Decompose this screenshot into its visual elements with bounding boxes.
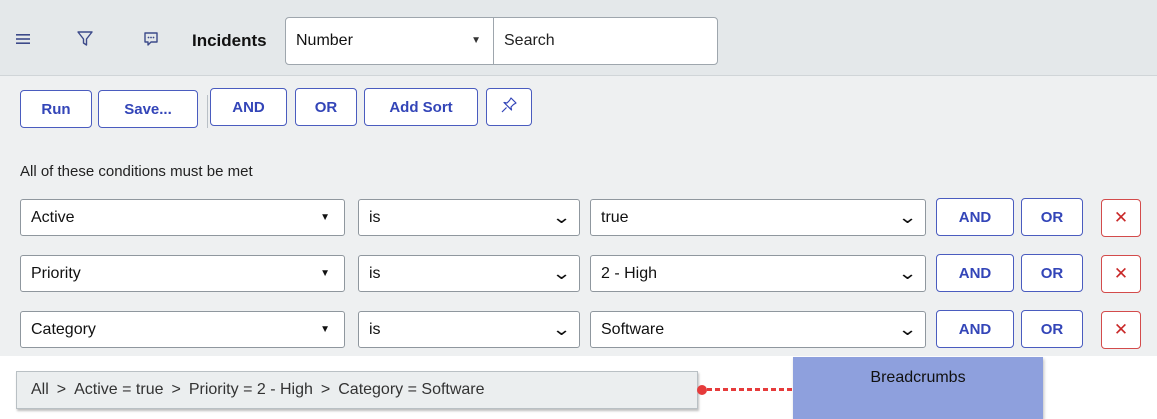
breadcrumb: All > Active = true > Priority = 2 - Hig… <box>16 371 698 409</box>
row-and-button[interactable]: AND <box>936 254 1014 292</box>
condition-operator-value: is <box>369 264 381 282</box>
breadcrumb-separator: > <box>320 381 331 398</box>
condition-operator-select[interactable]: is ⌄ <box>358 199 580 236</box>
callout-pointer <box>697 385 797 395</box>
breadcrumb-item-all[interactable]: All <box>31 381 49 399</box>
caret-down-icon: ▼ <box>320 268 330 279</box>
row-or-button[interactable]: OR <box>1021 310 1083 348</box>
chevron-down-icon: ⌄ <box>551 207 572 227</box>
chevron-down-icon: ▼ <box>471 35 481 46</box>
row-or-button[interactable]: OR <box>1021 254 1083 292</box>
condition-operator-value: is <box>369 320 381 338</box>
breadcrumbs-callout: Breadcrumbs <box>793 357 1043 419</box>
condition-operator-select[interactable]: is ⌄ <box>358 311 580 348</box>
search-input[interactable] <box>493 17 718 65</box>
caret-down-icon: ▼ <box>320 212 330 223</box>
save-button[interactable]: Save... <box>98 90 198 128</box>
toolbar-divider <box>207 95 208 128</box>
search-field-value: Number <box>296 32 353 49</box>
breadcrumb-separator: > <box>56 381 67 398</box>
chevron-down-icon: ⌄ <box>897 263 918 283</box>
chevron-down-icon: ⌄ <box>897 319 918 339</box>
chevron-down-icon: ⌄ <box>551 263 572 283</box>
condition-field-value: Active <box>31 208 75 226</box>
pointer-line <box>707 388 797 391</box>
add-sort-button[interactable]: Add Sort <box>364 88 478 126</box>
search-field-select[interactable]: Number ▼ <box>285 17 494 65</box>
chat-bubble-icon[interactable] <box>140 28 162 50</box>
remove-condition-button[interactable]: ✕ <box>1101 199 1141 237</box>
breadcrumb-item-priority[interactable]: Priority = 2 - High <box>189 381 313 399</box>
run-button[interactable]: Run <box>20 90 92 128</box>
condition-field-value: Priority <box>31 264 81 282</box>
conditions-label: All of these conditions must be met <box>20 163 253 180</box>
condition-value-select[interactable]: Software ⌄ <box>590 311 926 348</box>
pin-icon <box>500 96 518 118</box>
condition-value: true <box>601 208 629 226</box>
condition-field-value: Category <box>31 320 96 338</box>
breadcrumb-item-active[interactable]: Active = true <box>74 381 163 399</box>
remove-condition-button[interactable]: ✕ <box>1101 255 1141 293</box>
list-header: Incidents Number ▼ <box>0 0 1157 75</box>
pointer-dot <box>697 385 707 395</box>
row-and-button[interactable]: AND <box>936 198 1014 236</box>
condition-field-select[interactable]: Category ▼ <box>20 311 345 348</box>
breadcrumb-separator: > <box>171 381 181 398</box>
chevron-down-icon: ⌄ <box>897 207 918 227</box>
condition-value-select[interactable]: 2 - High ⌄ <box>590 255 926 292</box>
filter-icon[interactable] <box>74 28 96 50</box>
condition-value: 2 - High <box>601 264 658 282</box>
condition-operator-value: is <box>369 208 381 226</box>
condition-value-select[interactable]: true ⌄ <box>590 199 926 236</box>
caret-down-icon: ▼ <box>320 324 330 335</box>
condition-operator-select[interactable]: is ⌄ <box>358 255 580 292</box>
chevron-down-icon: ⌄ <box>551 319 572 339</box>
remove-condition-button[interactable]: ✕ <box>1101 311 1141 349</box>
condition-field-select[interactable]: Active ▼ <box>20 199 345 236</box>
row-or-button[interactable]: OR <box>1021 198 1083 236</box>
and-button[interactable]: AND <box>210 88 287 126</box>
hamburger-menu-icon[interactable] <box>12 28 34 50</box>
breadcrumb-item-category[interactable]: Category = Software <box>338 381 484 399</box>
page-title: Incidents <box>192 31 267 50</box>
row-and-button[interactable]: AND <box>936 310 1014 348</box>
pin-button[interactable] <box>486 88 532 126</box>
condition-value: Software <box>601 320 665 338</box>
condition-field-select[interactable]: Priority ▼ <box>20 255 345 292</box>
or-button[interactable]: OR <box>295 88 357 126</box>
